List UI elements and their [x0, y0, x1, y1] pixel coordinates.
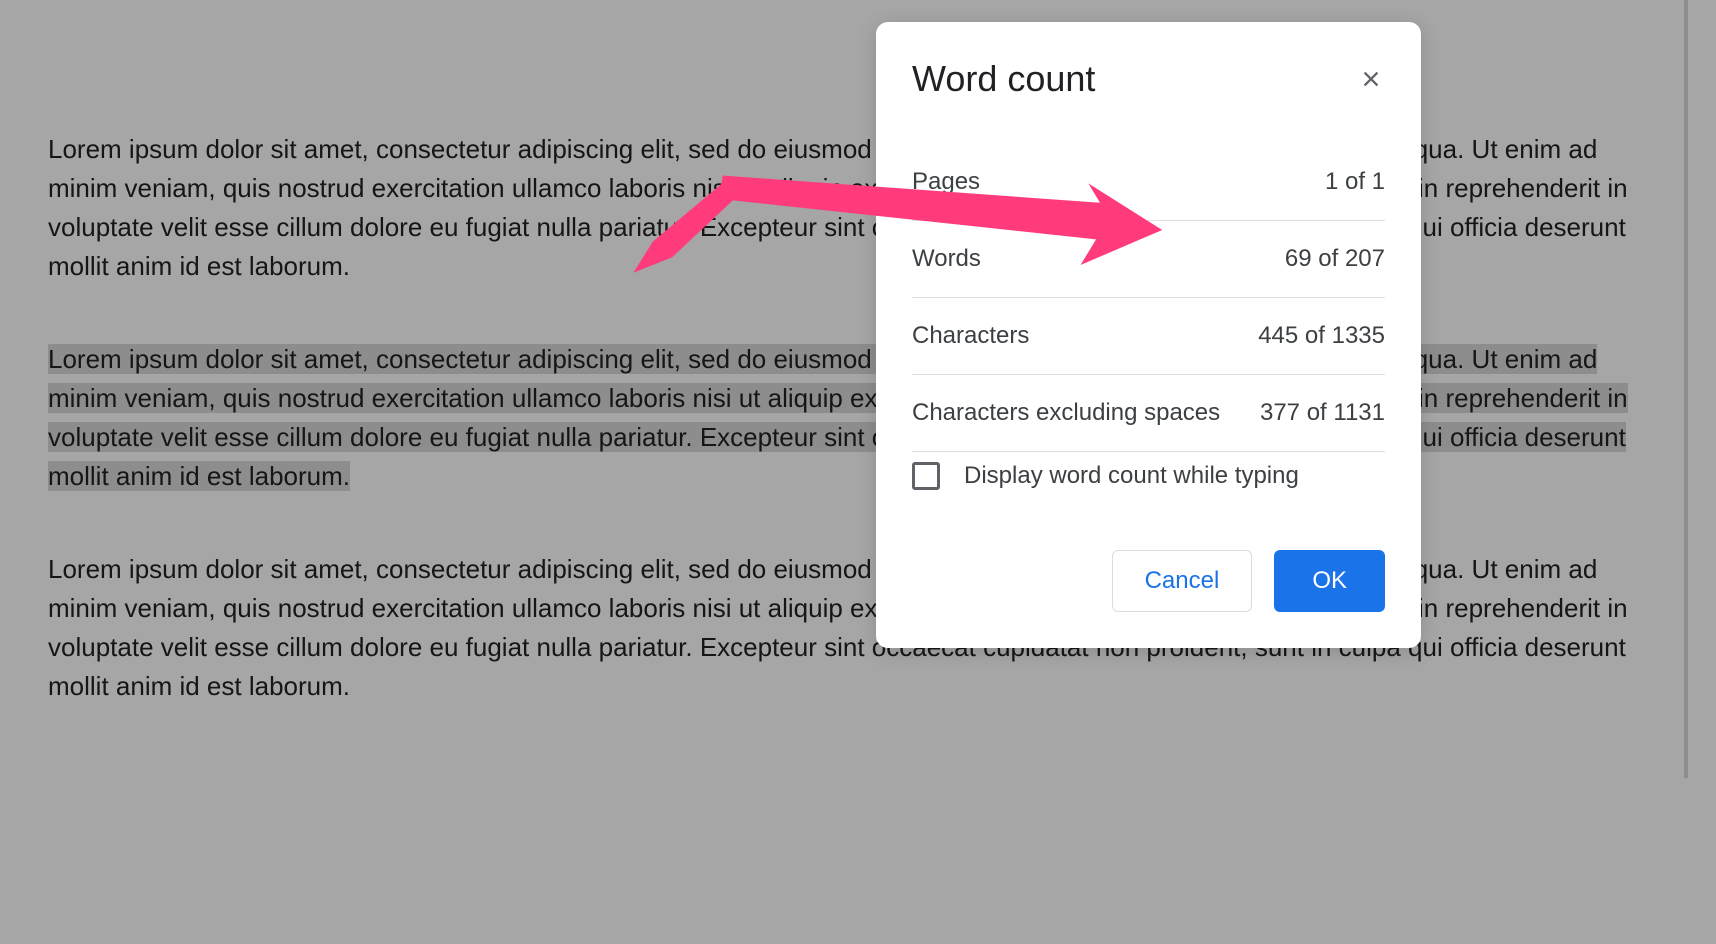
close-icon: [1360, 68, 1382, 90]
stat-value: 445 of 1335: [1258, 322, 1385, 350]
cancel-button[interactable]: Cancel: [1112, 550, 1253, 612]
stat-value: 69 of 207: [1285, 245, 1385, 273]
stat-label: Pages: [912, 168, 980, 196]
stat-label: Words: [912, 245, 981, 273]
stat-row-pages: Pages 1 of 1: [912, 144, 1385, 221]
stat-row-characters-no-spaces: Characters excluding spaces 377 of 1131: [912, 375, 1385, 452]
display-while-typing-option[interactable]: Display word count while typing: [912, 452, 1385, 530]
checkbox[interactable]: [912, 462, 940, 490]
modal-overlay[interactable]: [0, 0, 1716, 944]
dialog-buttons: Cancel OK: [912, 550, 1385, 612]
stat-row-characters: Characters 445 of 1335: [912, 298, 1385, 375]
dialog-title: Word count: [912, 58, 1095, 100]
ok-button[interactable]: OK: [1274, 550, 1385, 612]
word-count-dialog: Word count Pages 1 of 1 Words 69 of 207 …: [876, 22, 1421, 648]
stat-value: 1 of 1: [1325, 168, 1385, 196]
page-edge: [1684, 0, 1688, 778]
stat-label: Characters excluding spaces: [912, 399, 1220, 427]
checkbox-label: Display word count while typing: [964, 462, 1299, 490]
stat-label: Characters: [912, 322, 1029, 350]
close-button[interactable]: [1357, 65, 1385, 93]
stat-row-words: Words 69 of 207: [912, 221, 1385, 298]
dialog-header: Word count: [912, 58, 1385, 100]
stat-value: 377 of 1131: [1260, 399, 1385, 427]
